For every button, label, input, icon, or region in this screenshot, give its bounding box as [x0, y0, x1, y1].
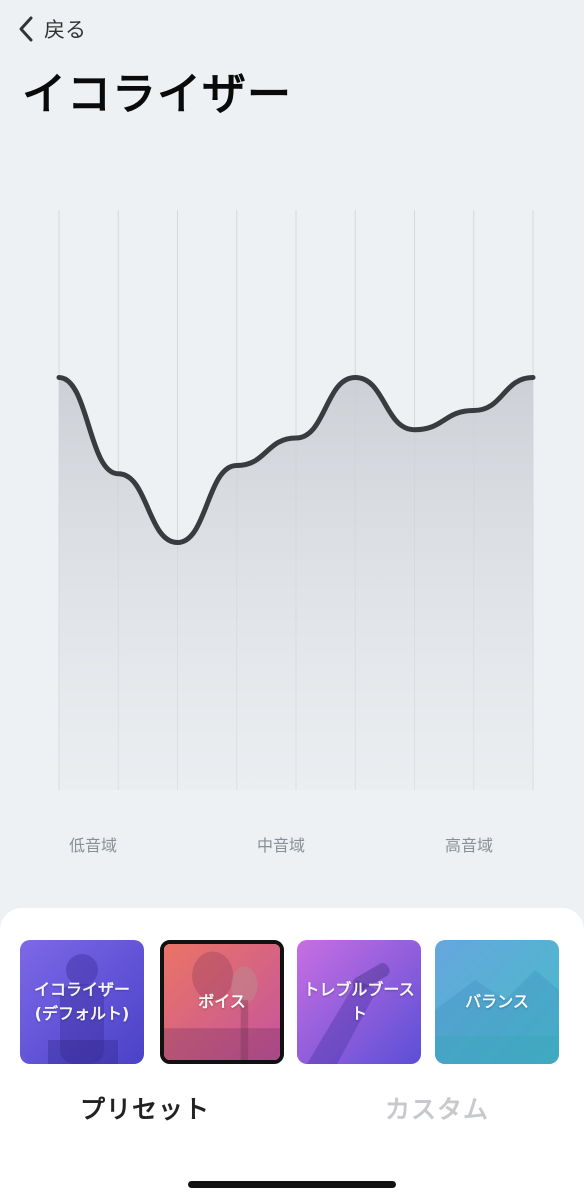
back-button[interactable]: 戻る	[16, 12, 86, 46]
preset-card-treble-boost[interactable]: トレブルブースト	[297, 940, 421, 1064]
preset-label: ボイス	[198, 992, 246, 1011]
band-label-mid: 中音域	[256, 836, 306, 855]
tab-custom[interactable]: カスタム	[312, 1090, 562, 1126]
preset-list: イコライザー (デフォルト) ボイス トレブルブースト バランス	[20, 940, 564, 1064]
equalizer-chart	[56, 210, 536, 790]
preset-card-voice[interactable]: ボイス	[160, 940, 284, 1064]
back-label: 戻る	[44, 18, 86, 42]
preset-card-balance[interactable]: バランス	[435, 940, 559, 1064]
preset-label: バランス	[465, 992, 529, 1011]
preset-card-equalizer-default[interactable]: イコライザー (デフォルト)	[20, 940, 144, 1064]
band-label-high: 高音域	[444, 836, 494, 855]
chevron-left-icon	[19, 16, 33, 42]
preset-label: イコライザー (デフォルト)	[33, 980, 130, 1023]
tab-presets[interactable]: プリセット	[20, 1090, 270, 1126]
preset-label: トレブルブースト	[303, 980, 415, 1023]
band-label-low: 低音域	[68, 836, 118, 855]
page-title: イコライザー	[22, 69, 292, 120]
tab-bar: プリセット カスタム	[0, 1090, 584, 1134]
band-labels: 低音域 中音域 高音域	[0, 832, 584, 860]
bottom-panel: イコライザー (デフォルト) ボイス トレブルブースト バランス プリセット カ…	[0, 908, 584, 1200]
home-indicator	[188, 1181, 396, 1188]
